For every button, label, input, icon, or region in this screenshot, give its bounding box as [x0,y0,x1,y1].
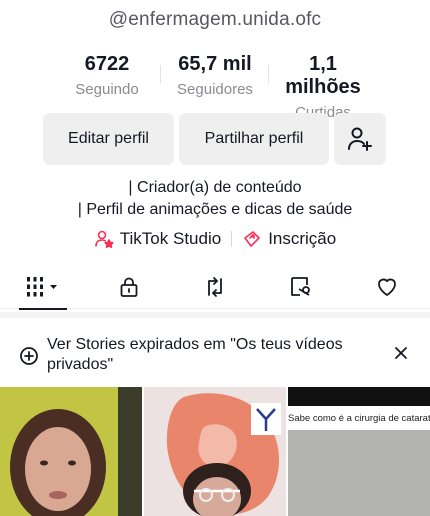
stat-following-value: 6722 [84,53,130,75]
expired-stories-text: Ver Stories expirados em "Os teus vídeos… [47,336,343,373]
tiktok-studio-link[interactable]: TikTok Studio [94,229,221,249]
share-profile-button[interactable]: Partilhar perfil [179,113,329,165]
video-grid: Sabe como é a cirurgia de catarata? [0,387,430,516]
tab-liked[interactable] [344,265,430,309]
profile-handle: @enfermagem.unida.ofc [108,9,322,30]
stat-followers[interactable]: 65,7 mil Seguidores [161,53,269,121]
link-divider [231,231,233,247]
video-thumbnail[interactable] [144,387,286,516]
tab-private[interactable] [86,265,172,309]
profile-bio: | Criador(a) de conteúdo | Perfil de ani… [0,177,430,221]
profile-tabs [0,265,430,310]
edit-profile-button[interactable]: Editar perfil [43,113,174,165]
stat-following[interactable]: 6722 Seguindo [53,53,161,121]
bookmark-icon [291,277,310,296]
heart-anatomy-image [144,387,286,516]
tab-videos[interactable] [0,265,86,310]
add-friend-button[interactable] [334,113,386,165]
thumbnail-top-bar [288,387,430,406]
subscription-label: Inscrição [268,229,337,248]
video-thumbnail[interactable] [0,387,142,516]
story-add-icon [20,347,38,365]
stat-likes[interactable]: 1,1 milhões Curtidas [269,53,377,121]
bio-line-1: | Criador(a) de conteúdo [128,179,302,196]
stat-followers-label: Seguidores [177,81,253,98]
heart-icon [378,278,396,296]
expired-stories-banner[interactable]: Ver Stories expirados em "Os teus vídeos… [0,312,430,384]
profile-actions: Editar perfil Partilhar perfil [43,113,386,165]
tiktok-studio-label: TikTok Studio [119,229,222,248]
subscription-icon [244,231,260,247]
add-user-icon [348,127,372,151]
close-icon[interactable] [394,346,408,360]
stat-likes-value: 1,1 milhões [285,53,361,98]
stat-following-label: Seguindo [75,81,139,98]
thumbnail-body [288,430,430,516]
profile-links: TikTok Studio Inscrição [0,229,430,249]
tab-saved[interactable] [258,265,344,309]
tab-reposts[interactable] [172,265,258,309]
video-thumbnail[interactable]: Sabe como é a cirurgia de catarata? [288,387,430,516]
thumbnail-caption: Sabe como é a cirurgia de catarata? [288,413,430,424]
woman-selfie-image [0,387,142,516]
lock-icon [120,277,138,297]
subscription-link[interactable]: Inscrição [242,229,336,249]
grid-icon [27,277,57,297]
bio-line-2: | Perfil de animações e dicas de saúde [77,201,353,218]
stat-followers-value: 65,7 mil [178,53,252,75]
creator-star-icon [94,230,114,248]
repost-icon [208,277,222,297]
profile-stats: 6722 Seguindo 65,7 mil Seguidores 1,1 mi… [0,53,430,121]
